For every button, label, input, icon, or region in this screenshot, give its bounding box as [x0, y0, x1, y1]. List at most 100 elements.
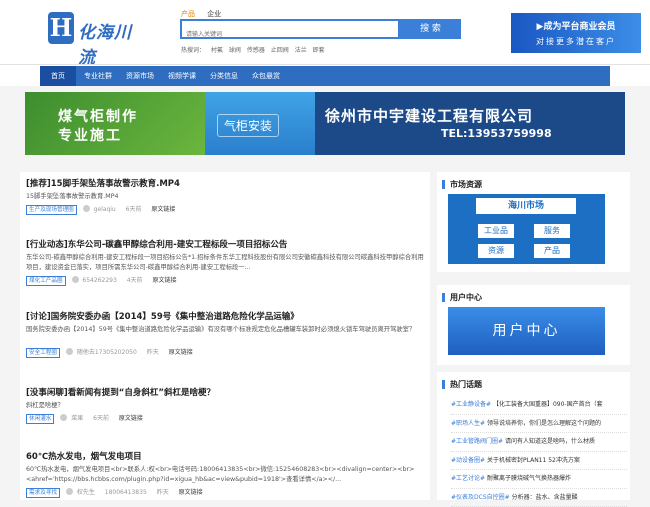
- search-tabs: 产品 企业: [181, 9, 231, 19]
- post-desc: 斜杠是啥梗？: [26, 401, 426, 411]
- hot-word[interactable]: 村氟: [211, 47, 223, 54]
- hot-topic-item[interactable]: #仪表及DCS自控圈# 分析器：盐水、含盐量酸: [451, 489, 627, 507]
- banner-left-line2: 专业施工: [58, 125, 122, 145]
- post-item: 60℃热水发电，烟气发电项目 60℃热水发电，烟气发电项目<br>联系人:权<b…: [26, 450, 426, 498]
- post-tag[interactable]: 煤化工产品圈: [26, 276, 66, 286]
- member-promo-line1: ▶成为平台商业会员: [511, 13, 641, 32]
- original-link[interactable]: 原文链接: [169, 349, 193, 356]
- market-button-product[interactable]: 产品: [534, 244, 570, 258]
- post-author[interactable]: 654262293: [82, 277, 116, 284]
- nav-item-classified[interactable]: 分类信息: [204, 66, 244, 86]
- post-title[interactable]: [讨论]国务院安委办函【2014】59号《集中整治道路危险化学品运输》: [26, 310, 426, 322]
- market-panel: 海川市场 工业品 服务 资源 产品: [448, 194, 605, 264]
- user-section: 用户中心 用户中心: [437, 285, 630, 365]
- hot-topic-tag: #仪表及DCS自控圈#: [451, 494, 510, 501]
- post-tag[interactable]: 休闲灌水: [26, 414, 54, 424]
- banner-company: 徐州市中宇建设工程有限公司: [325, 105, 533, 126]
- hot-topic-text: 领导说培养你，你们是怎么理解这个问题的: [487, 420, 601, 427]
- site-logo[interactable]: H 化海川流: [48, 12, 148, 46]
- hot-word[interactable]: 传感器: [247, 47, 265, 54]
- post-item: [行业动态]东华公司-碳鑫甲醇综合利用-建安工程标段一项目招标公告 东华公司-碳…: [26, 238, 426, 286]
- avatar: [60, 414, 67, 421]
- main-nav: 首页 专业社群 资源市场 视频学课 分类信息 众包悬赏: [0, 64, 650, 86]
- logo-mark: H: [48, 12, 74, 44]
- market-head[interactable]: 海川市场: [476, 198, 576, 214]
- market-button-service[interactable]: 服务: [534, 224, 570, 238]
- search-tab-product[interactable]: 产品: [181, 10, 195, 18]
- post-author[interactable]: 权先生: [77, 489, 95, 496]
- member-promo-banner[interactable]: ▶成为平台商业会员 对接更多潜在客户: [511, 13, 641, 53]
- hot-topic-text: 请问有人知道这是啥吗，什么材质: [505, 438, 595, 445]
- post-meta: 休闲灌水 菜果 6天前 原文链接: [26, 414, 426, 424]
- post-meta: 生产及现场管理圈 gelaqiu 6天前 原文链接: [26, 205, 426, 215]
- post-desc: 60℃热水发电，烟气发电项目<br>联系人:权<br>电话号码:18006413…: [26, 465, 426, 485]
- hot-topic-item[interactable]: #职场人生# 领导说培养你，你们是怎么理解这个问题的: [451, 415, 627, 434]
- ad-banner[interactable]: 煤气柜制作 专业施工 气柜安装 徐州市中宇建设工程有限公司 TEL:139537…: [25, 92, 625, 155]
- hot-topic-list: #工业静设备# 【化工装备大国重器】090-国产首台（套 #职场人生# 领导说培…: [451, 396, 627, 507]
- market-button-industrial[interactable]: 工业品: [478, 224, 514, 238]
- post-title[interactable]: [推荐]15脚手架坠落事故警示教育.MP4: [26, 177, 426, 189]
- hot-search-label: 热搜词：: [181, 47, 205, 54]
- post-desc: 15脚手架坠落事故警示教育.MP4: [26, 192, 426, 202]
- post-meta: 煤化工产品圈 654262293 4天前 原文链接: [26, 276, 426, 286]
- hot-topic-text: 关于机械密封PLAN11 52冲洗方案: [487, 457, 580, 464]
- post-title[interactable]: [没事闲聊]看新闻有提到“自身斜杠”斜杠是啥梗？: [26, 386, 426, 398]
- original-link[interactable]: 原文链接: [152, 277, 176, 284]
- post-title[interactable]: 60℃热水发电，烟气发电项目: [26, 450, 426, 462]
- hot-topic-text: 耐聚离子膜烧碱气气换热器爆炸: [487, 475, 571, 482]
- hot-topic-item[interactable]: #工业静设备# 【化工装备大国重器】090-国产首台（套: [451, 396, 627, 415]
- hot-topic-item[interactable]: #动设备圈# 关于机械密封PLAN11 52冲洗方案: [451, 452, 627, 471]
- post-meta: 需求及寻找 权先生 18006413835 昨天 原文链接: [26, 488, 426, 498]
- search-button[interactable]: 搜 索: [400, 19, 461, 39]
- user-center-button[interactable]: 用户中心: [448, 307, 605, 355]
- hot-topic-item[interactable]: #工艺讨论# 耐聚离子膜烧碱气气换热器爆炸: [451, 470, 627, 489]
- hot-topic-item[interactable]: #工业管路阀门圈# 请问有人知道这是啥吗，什么材质: [451, 433, 627, 452]
- hot-word[interactable]: 即套: [313, 47, 325, 54]
- hot-search-words: 热搜词： 村氟 球阀 传感器 止回阀 法兰 即套: [181, 45, 329, 54]
- market-button-resource[interactable]: 资源: [478, 244, 514, 258]
- sidebar: 市场资源 海川市场 工业品 服务 资源 产品 用户中心 用户中心 热门话题 #工…: [437, 172, 630, 500]
- section-title: 用户中心: [442, 293, 482, 302]
- post-author[interactable]: 随他去17305202050: [77, 349, 137, 356]
- post-item: [讨论]国务院安委办函【2014】59号《集中整治道路危险化学品运输》 国务院安…: [26, 310, 426, 358]
- search-input[interactable]: [182, 27, 398, 43]
- nav-item-bounty[interactable]: 众包悬赏: [246, 66, 286, 86]
- post-author[interactable]: 菜果: [71, 415, 83, 422]
- original-link[interactable]: 原文链接: [151, 206, 175, 213]
- nav-item-home[interactable]: 首页: [40, 66, 76, 86]
- search-tab-company[interactable]: 企业: [207, 10, 221, 18]
- nav-item-market[interactable]: 资源市场: [120, 66, 160, 86]
- hot-topic-tag: #职场人生#: [451, 420, 485, 427]
- post-item: [没事闲聊]看新闻有提到“自身斜杠”斜杠是啥梗？ 斜杠是啥梗？ 休闲灌水 菜果 …: [26, 386, 426, 424]
- post-desc: 东华公司-碳鑫甲醇综合利用-建安工程标段一项目招标公告*1.招标条件东华工程科技…: [26, 253, 426, 273]
- section-title: 市场资源: [442, 180, 482, 189]
- hot-topic-tag: #工业静设备#: [451, 401, 491, 408]
- post-tag[interactable]: 需求及寻找: [26, 488, 60, 498]
- post-tag[interactable]: 生产及现场管理圈: [26, 205, 77, 215]
- hot-word[interactable]: 法兰: [295, 47, 307, 54]
- hot-topic-text: 分析器：盐水、含盐量酸: [512, 494, 578, 501]
- post-time: 6天前: [126, 206, 142, 213]
- hot-topic-tag: #工业管路阀门圈#: [451, 438, 503, 445]
- banner-right-panel: 徐州市中宇建设工程有限公司 TEL:13953759998: [315, 92, 625, 155]
- nav-item-community[interactable]: 专业社群: [78, 66, 118, 86]
- post-item: [推荐]15脚手架坠落事故警示教育.MP4 15脚手架坠落事故警示教育.MP4 …: [26, 177, 426, 215]
- original-link[interactable]: 原文链接: [119, 415, 143, 422]
- market-section: 市场资源 海川市场 工业品 服务 资源 产品: [437, 172, 630, 272]
- post-time: 4天前: [127, 277, 143, 284]
- nav-item-video[interactable]: 视频学课: [162, 66, 202, 86]
- hot-topic-text: 【化工装备大国重器】090-国产首台（套: [493, 401, 603, 408]
- hot-topic-tag: #动设备圈#: [451, 457, 485, 464]
- hot-word[interactable]: 止回阀: [271, 47, 289, 54]
- post-tag[interactable]: 安全工程圈: [26, 348, 60, 358]
- post-title[interactable]: [行业动态]东华公司-碳鑫甲醇综合利用-建安工程标段一项目招标公告: [26, 238, 426, 250]
- avatar: [66, 488, 73, 495]
- post-author[interactable]: gelaqiu: [94, 206, 116, 213]
- original-link[interactable]: 原文链接: [179, 489, 203, 496]
- banner-mid-panel: 气柜安装: [205, 92, 315, 155]
- post-time: 6天前: [93, 415, 109, 422]
- avatar: [72, 276, 79, 283]
- hot-word[interactable]: 球阀: [229, 47, 241, 54]
- hot-topics-section: 热门话题 #工业静设备# 【化工装备大国重器】090-国产首台（套 #职场人生#…: [437, 372, 630, 500]
- avatar: [66, 348, 73, 355]
